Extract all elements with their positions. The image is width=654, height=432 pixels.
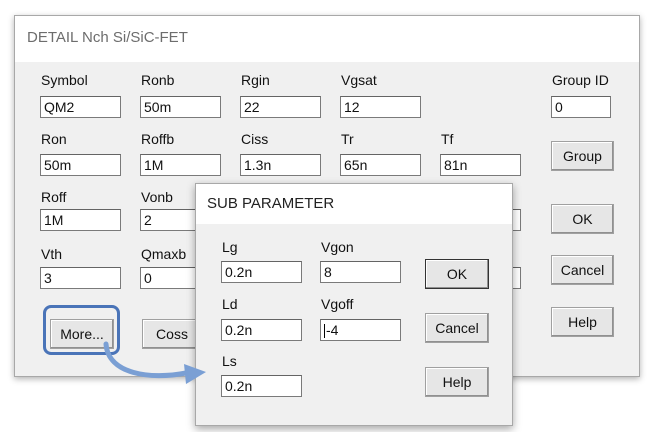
roff-field[interactable]: 1M: [40, 209, 121, 231]
sub-parameter-title-bar: SUB PARAMETER: [196, 184, 512, 224]
ronb-field[interactable]: 50m: [140, 96, 221, 118]
vgsat-field[interactable]: 12: [340, 96, 421, 118]
vth-label: Vth: [41, 246, 63, 262]
qmaxb-label: Qmaxb: [141, 246, 187, 262]
cancel-button[interactable]: Cancel: [551, 255, 614, 285]
vth-field[interactable]: 3: [40, 267, 121, 289]
sub-parameter-title: SUB PARAMETER: [207, 195, 335, 212]
ron-label: Ron: [41, 131, 67, 147]
vonb-label: Vonb: [141, 189, 173, 205]
ron-field[interactable]: 50m: [40, 154, 121, 176]
vgoff-label: Vgoff: [321, 296, 354, 312]
roff-label: Roff: [41, 189, 67, 205]
help-button[interactable]: Help: [551, 307, 614, 337]
detail-dialog-title: DETAIL Nch Si/SiC-FET: [27, 29, 188, 46]
ciss-label: Ciss: [241, 131, 269, 147]
ls-label: Ls: [222, 353, 237, 369]
text-cursor-icon: [324, 324, 325, 339]
curved-arrow-icon: [103, 341, 206, 384]
ronb-label: Ronb: [141, 72, 175, 88]
detail-dialog-title-bar: DETAIL Nch Si/SiC-FET: [15, 16, 639, 62]
lg-label: Lg: [222, 239, 238, 255]
ld-label: Ld: [222, 296, 238, 312]
vgon-label: Vgon: [321, 239, 354, 255]
group-id-label: Group ID: [552, 72, 609, 88]
vgon-field[interactable]: 8: [320, 261, 401, 283]
ld-field[interactable]: 0.2n: [221, 319, 302, 341]
ok-button[interactable]: OK: [551, 204, 614, 234]
vgoff-field[interactable]: -4: [320, 319, 401, 341]
rgin-field[interactable]: 22: [240, 96, 321, 118]
group-button[interactable]: Group: [551, 141, 614, 171]
sub-cancel-button[interactable]: Cancel: [425, 313, 489, 343]
sub-ok-button[interactable]: OK: [425, 259, 489, 289]
sub-parameter-dialog: SUB PARAMETER Lg 0.2n Vgon 8 OK Ld 0.2n …: [195, 183, 513, 426]
ciss-field[interactable]: 1.3n: [240, 154, 321, 176]
group-id-field[interactable]: 0: [551, 96, 611, 118]
roffb-field[interactable]: 1M: [140, 154, 221, 176]
tr-label: Tr: [341, 131, 354, 147]
lg-field[interactable]: 0.2n: [221, 261, 302, 283]
vgsat-label: Vgsat: [341, 72, 377, 88]
sub-help-button[interactable]: Help: [425, 367, 489, 397]
vgoff-value: -4: [326, 322, 339, 338]
tr-field[interactable]: 65n: [340, 154, 421, 176]
symbol-field[interactable]: QM2: [40, 96, 121, 118]
symbol-label: Symbol: [41, 72, 88, 88]
tf-label: Tf: [441, 131, 454, 147]
rgin-label: Rgin: [241, 72, 270, 88]
roffb-label: Roffb: [141, 131, 175, 147]
tf-field[interactable]: 81n: [440, 154, 521, 176]
ls-field[interactable]: 0.2n: [221, 375, 302, 397]
